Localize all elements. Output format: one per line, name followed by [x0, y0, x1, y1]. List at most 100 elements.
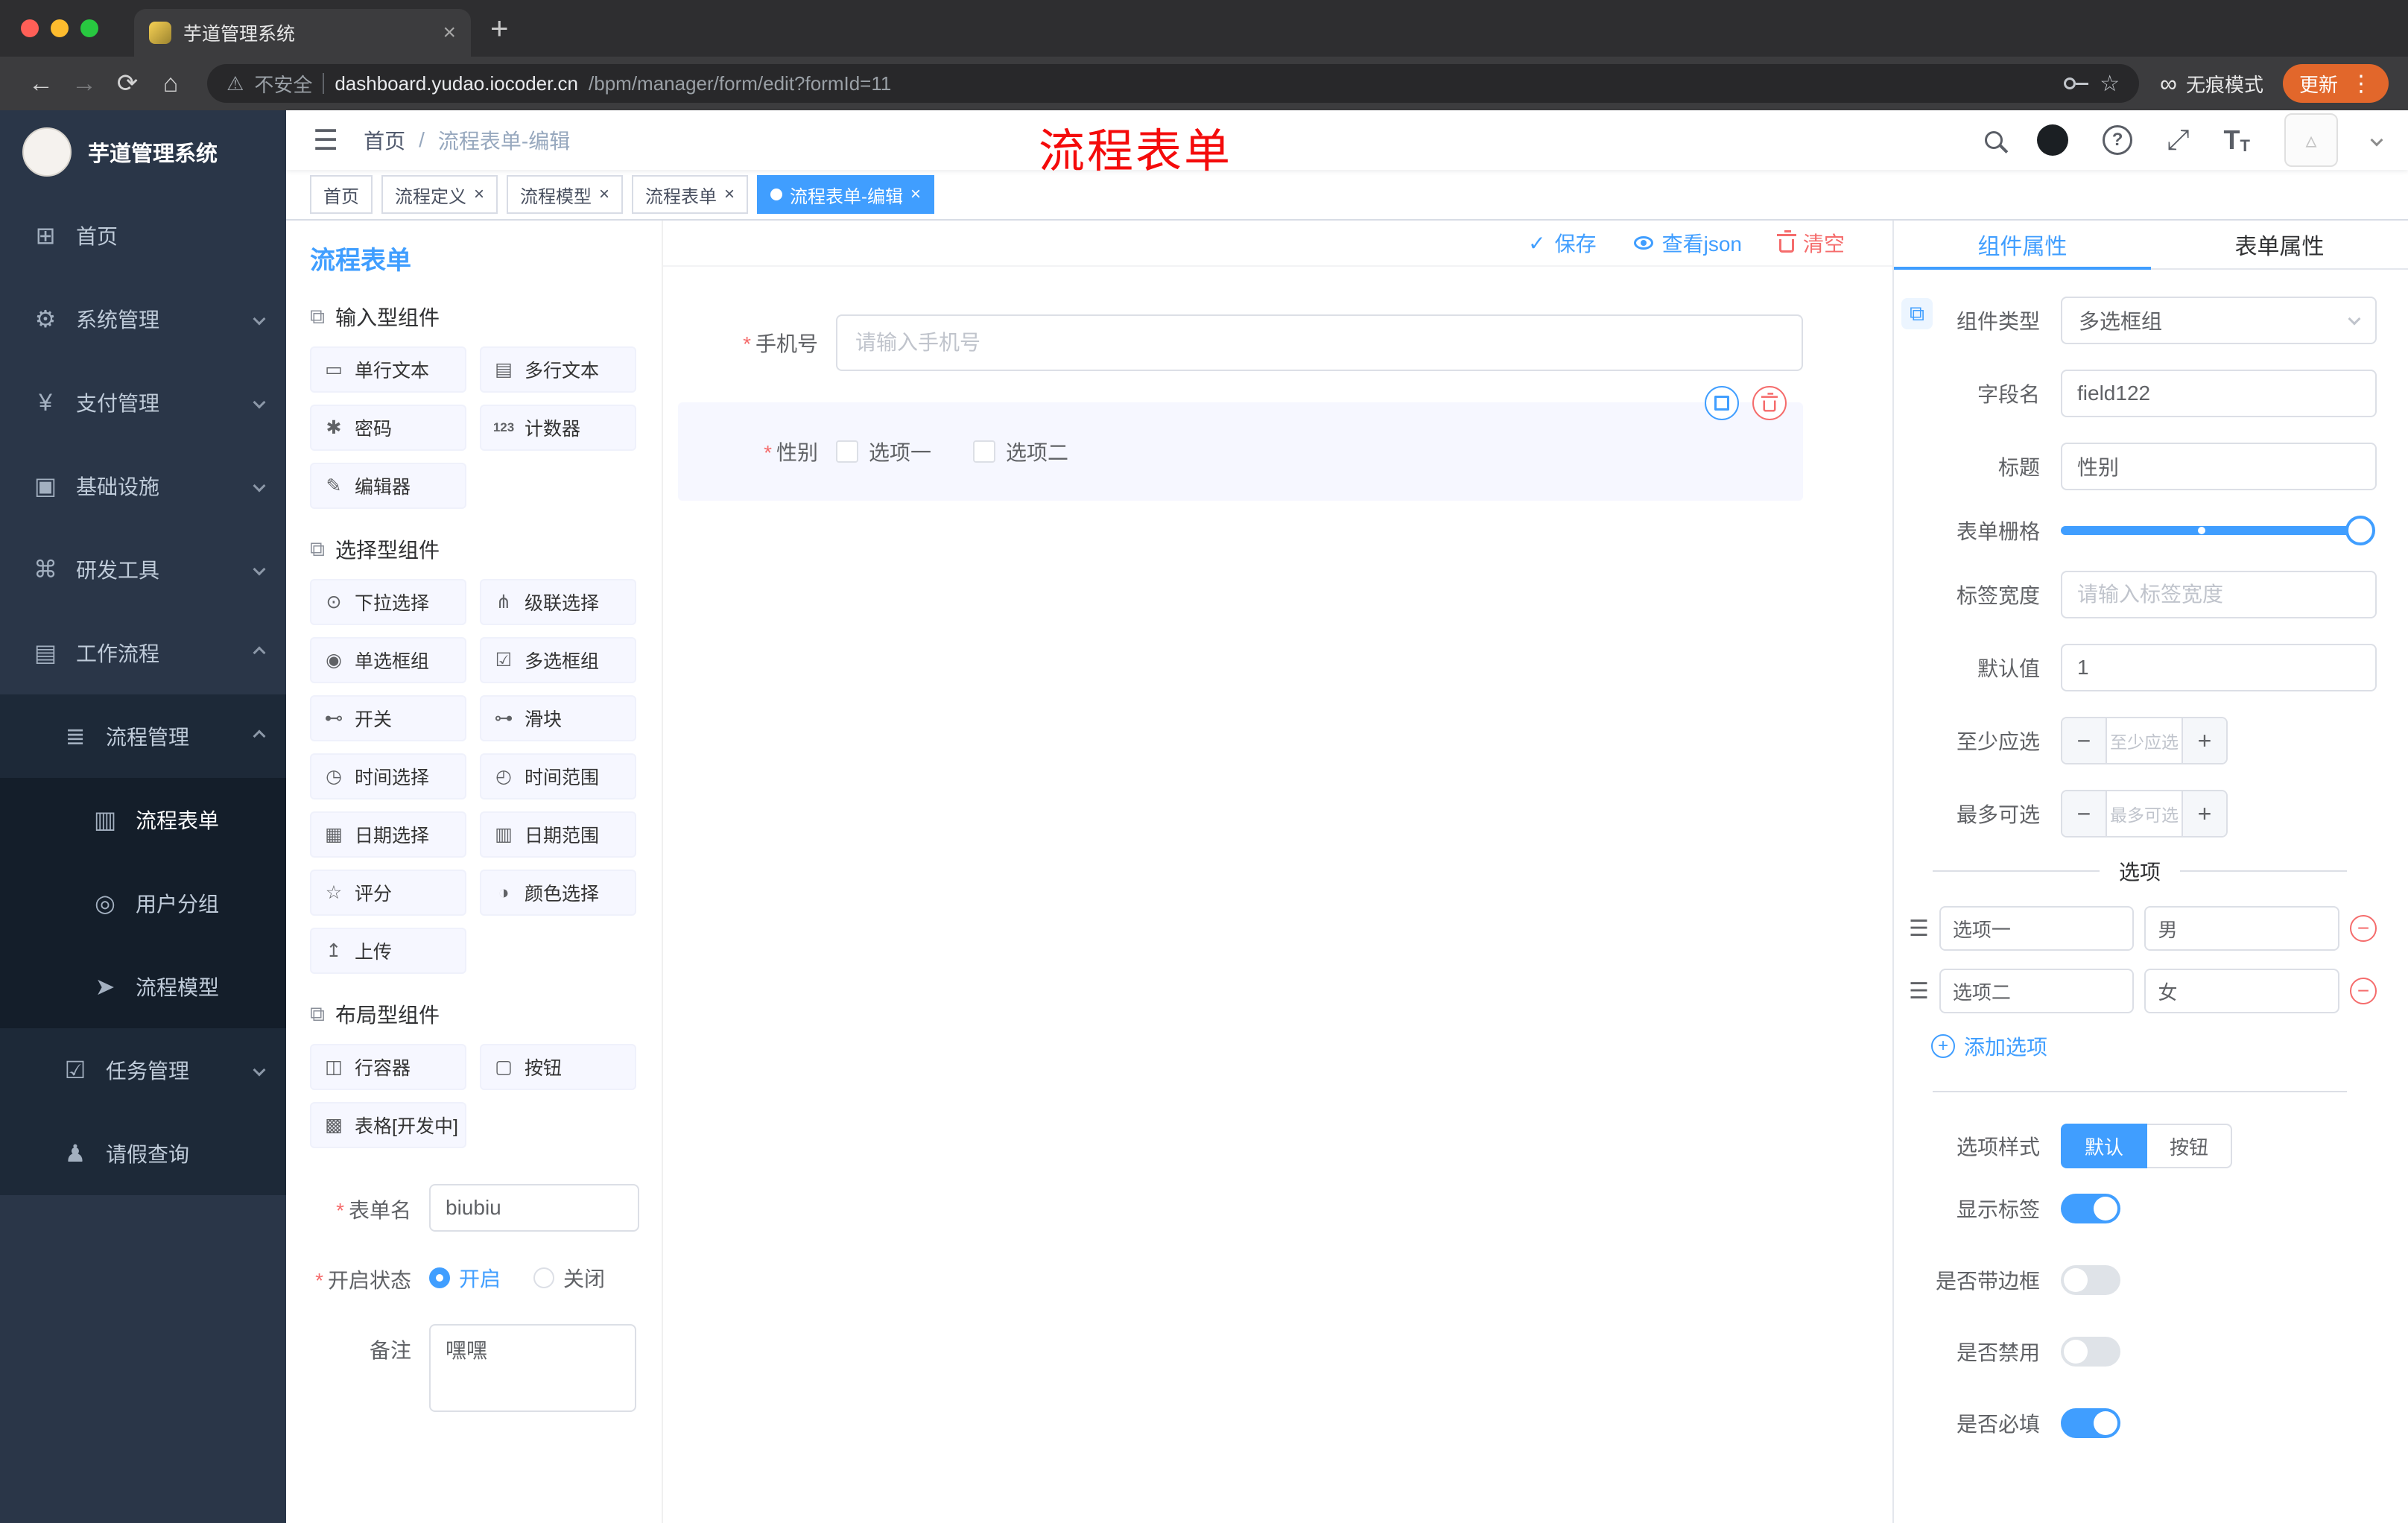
close-icon[interactable]: × [910, 186, 921, 203]
component-rate[interactable]: ☆ 评分 [310, 870, 466, 916]
sidebar-item-process-management[interactable]: ≣ 流程管理 [0, 694, 286, 778]
reload-icon[interactable]: ⟳ [106, 69, 149, 98]
component-slider[interactable]: ⊶ 滑块 [480, 695, 636, 741]
component-row-container[interactable]: ◫ 行容器 [310, 1044, 466, 1090]
component-button[interactable]: ▢ 按钮 [480, 1044, 636, 1090]
sidebar-item-task-management[interactable]: ☑ 任务管理 [0, 1028, 286, 1112]
close-window-button[interactable] [21, 19, 39, 37]
bookmark-star-icon[interactable]: ☆ [2100, 71, 2120, 97]
back-icon[interactable]: ← [19, 69, 63, 98]
minus-icon[interactable]: − [2062, 791, 2107, 836]
close-icon[interactable]: × [474, 186, 484, 203]
default-value-input[interactable] [2061, 644, 2377, 691]
gender-option-1-checkbox[interactable]: 选项一 [836, 437, 931, 466]
field-name-input[interactable] [2061, 370, 2377, 417]
component-date-range[interactable]: ▥ 日期范围 [480, 811, 636, 858]
tag-process-definition[interactable]: 流程定义 × [381, 175, 498, 214]
component-cascader[interactable]: ⋔ 级联选择 [480, 579, 636, 625]
browser-menu-icon[interactable]: ⋮ [2350, 71, 2372, 97]
hamburger-icon[interactable]: ☰ [313, 124, 338, 157]
phone-input[interactable] [836, 314, 1803, 371]
form-name-input[interactable] [429, 1184, 639, 1232]
browser-update-button[interactable]: 更新 ⋮ [2282, 64, 2389, 103]
style-button-button[interactable]: 按钮 [2147, 1124, 2233, 1168]
view-json-button[interactable]: 查看json [1633, 228, 1742, 258]
drag-handle-icon[interactable]: ☰ [1909, 978, 1929, 1004]
option-2-value-input[interactable] [2144, 969, 2339, 1013]
disabled-toggle[interactable] [2061, 1337, 2120, 1367]
max-select-stepper[interactable]: − 最多可选 + [2061, 790, 2228, 838]
clear-button[interactable]: 清空 [1776, 228, 1845, 258]
field-phone[interactable]: * 手机号 [678, 301, 1803, 384]
tab-component-props[interactable]: 组件属性 [1894, 221, 2151, 270]
link-icon[interactable]: ⧉ [1901, 298, 1933, 329]
new-tab-button[interactable]: + [490, 10, 509, 46]
close-icon[interactable]: × [724, 186, 735, 203]
component-editor[interactable]: ✎ 编辑器 [310, 463, 466, 509]
form-remark-textarea[interactable]: 嘿嘿 [429, 1324, 636, 1412]
zoom-window-button[interactable] [80, 19, 98, 37]
fullscreen-icon[interactable]: ⤢ [2167, 124, 2189, 156]
option-1-value-input[interactable] [2144, 906, 2339, 951]
browser-tab[interactable]: 芋道管理系统 × [134, 9, 471, 57]
component-counter[interactable]: 123 计数器 [480, 405, 636, 451]
form-grid-slider[interactable] [2061, 516, 2375, 545]
help-icon[interactable]: ? [2103, 125, 2133, 155]
sidebar-item-workflow[interactable]: ▤ 工作流程 [0, 611, 286, 694]
show-label-toggle[interactable] [2061, 1194, 2120, 1223]
copy-field-button[interactable] [1705, 386, 1739, 420]
tag-process-form[interactable]: 流程表单 × [632, 175, 749, 214]
minimize-window-button[interactable] [51, 19, 69, 37]
sidebar-item-payment[interactable]: ¥ 支付管理 [0, 361, 286, 444]
min-select-value[interactable]: 至少应选 [2107, 718, 2182, 763]
password-key-icon[interactable] [2064, 77, 2089, 89]
component-color-picker[interactable]: ◑ 颜色选择 [480, 870, 636, 916]
component-textarea[interactable]: ▤ 多行文本 [480, 346, 636, 393]
save-button[interactable]: ✓ 保存 [1528, 228, 1596, 258]
forward-icon[interactable]: → [63, 69, 106, 98]
status-on-radio[interactable]: 开启 [429, 1263, 501, 1293]
min-select-stepper[interactable]: − 至少应选 + [2061, 717, 2228, 764]
component-checkbox-group[interactable]: ☑ 多选框组 [480, 637, 636, 683]
sidebar-item-home[interactable]: ⊞ 首页 [0, 194, 286, 277]
style-default-button[interactable]: 默认 [2061, 1124, 2148, 1168]
component-upload[interactable]: ↥ 上传 [310, 928, 466, 974]
tag-width-input[interactable] [2061, 571, 2377, 618]
avatar-caret-icon[interactable] [2370, 133, 2383, 147]
option-1-name-input[interactable] [1939, 906, 2135, 951]
max-select-value[interactable]: 最多可选 [2107, 791, 2182, 836]
field-gender-selected[interactable]: * 性别 选项一 选项二 [678, 386, 1803, 501]
tab-form-props[interactable]: 表单属性 [2151, 221, 2408, 268]
home-icon[interactable]: ⌂ [149, 69, 192, 98]
add-option-button[interactable]: + 添加选项 [1931, 1031, 2377, 1061]
github-icon[interactable] [2037, 124, 2069, 156]
breadcrumb-home[interactable]: 首页 [364, 125, 405, 155]
title-input[interactable] [2061, 443, 2377, 490]
component-radio-group[interactable]: ◉ 单选框组 [310, 637, 466, 683]
font-size-icon[interactable]: TT [2224, 124, 2250, 156]
window-controls[interactable] [21, 19, 98, 37]
insecure-warning-icon[interactable]: ⚠ [226, 72, 244, 95]
component-date-picker[interactable]: ▦ 日期选择 [310, 811, 466, 858]
required-toggle[interactable] [2061, 1408, 2120, 1438]
sidebar-item-user-groups[interactable]: ◎ 用户分组 [0, 861, 286, 945]
sidebar-item-system[interactable]: ⚙ 系统管理 [0, 277, 286, 361]
status-off-radio[interactable]: 关闭 [533, 1263, 605, 1293]
avatar[interactable]: ▵ [2284, 113, 2338, 167]
component-time-range[interactable]: ◴ 时间范围 [480, 753, 636, 800]
search-icon[interactable] [1985, 131, 2003, 149]
component-select[interactable]: ⊙ 下拉选择 [310, 579, 466, 625]
address-bar[interactable]: ⚠ 不安全 dashboard.yudao.iocoder.cn /bpm/ma… [207, 64, 2140, 103]
slider-handle[interactable] [2345, 516, 2375, 545]
sidebar-item-process-form[interactable]: ▥ 流程表单 [0, 778, 286, 861]
sidebar-item-infrastructure[interactable]: ▣ 基础设施 [0, 444, 286, 528]
tab-close-icon[interactable]: × [443, 20, 456, 45]
option-2-name-input[interactable] [1939, 969, 2135, 1013]
plus-icon[interactable]: + [2182, 718, 2226, 763]
sidebar-item-devtools[interactable]: ⌘ 研发工具 [0, 528, 286, 611]
component-type-select[interactable]: 多选框组 [2061, 297, 2377, 344]
remove-option-icon[interactable]: − [2350, 978, 2377, 1004]
tag-process-form-edit[interactable]: 流程表单-编辑 × [757, 175, 935, 214]
delete-field-button[interactable] [1752, 386, 1787, 420]
with-border-toggle[interactable] [2061, 1265, 2120, 1295]
